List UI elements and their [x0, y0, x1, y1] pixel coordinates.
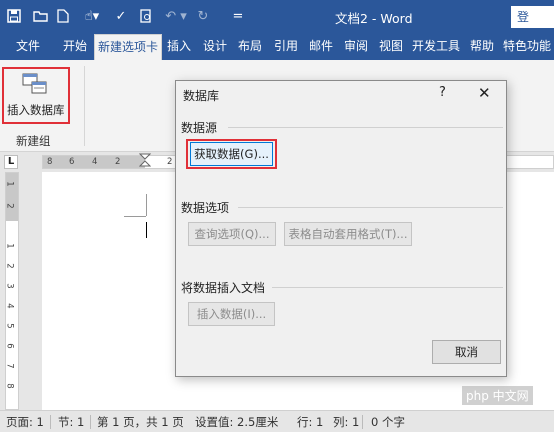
tab-new-tab[interactable]: 新建选项卡	[94, 34, 162, 60]
section-divider	[272, 287, 503, 288]
customize-qat-icon[interactable]: =	[232, 9, 244, 25]
open-folder-icon[interactable]	[33, 9, 49, 25]
tab-references[interactable]: 引用	[269, 34, 303, 60]
status-page-of[interactable]: 第 1 页，共 1 页	[97, 414, 184, 430]
help-icon[interactable]: ?	[439, 85, 446, 100]
close-icon[interactable]: ✕	[478, 84, 491, 102]
ruler-number: 2	[4, 263, 15, 269]
database-icon	[22, 73, 48, 98]
ruler-number: 4	[92, 157, 98, 167]
ruler-number: 8	[4, 383, 15, 389]
status-bar: 页面: 1 节: 1 第 1 页，共 1 页 设置值: 2.5厘米 行: 1 列…	[0, 410, 554, 432]
ruler-number: 2	[167, 157, 173, 167]
save-icon[interactable]	[7, 9, 23, 25]
title-bar: ☝▾ ✓ ↶ ▾ ↻ = 文档2 - Word 登	[0, 0, 554, 34]
tab-review[interactable]: 审阅	[339, 34, 373, 60]
login-button[interactable]: 登	[511, 6, 554, 28]
tab-help[interactable]: 帮助	[465, 34, 499, 60]
undo-icon[interactable]: ↶ ▾	[164, 9, 188, 25]
insert-database-button[interactable]: 插入数据库	[2, 67, 70, 124]
status-section[interactable]: 节: 1	[58, 414, 84, 430]
query-options-button[interactable]: 查询选项(Q)...	[188, 222, 276, 246]
ruler-number: 3	[4, 283, 15, 289]
group-divider	[84, 66, 85, 146]
status-page[interactable]: 页面: 1	[6, 414, 44, 430]
touch-mode-icon[interactable]: ☝▾	[80, 9, 104, 25]
watermark: php 中文网	[462, 386, 533, 405]
print-preview-icon[interactable]	[139, 9, 155, 25]
group-label: 新建组	[16, 134, 51, 148]
tab-home[interactable]: 开始	[56, 34, 94, 60]
status-divider	[50, 415, 51, 429]
ruler-number: 8	[47, 157, 53, 167]
ruler-number: 6	[69, 157, 75, 167]
table-autoformat-button[interactable]: 表格自动套用格式(T)...	[284, 222, 412, 246]
database-dialog: 数据库 ? ✕ 数据源 获取数据(G)... 数据选项 查询选项(Q)... 表…	[175, 80, 507, 377]
vertical-ruler[interactable]: 1 2 1 2 3 4 5 6 7 8	[5, 172, 19, 410]
window-title: 文档2 - Word	[335, 11, 413, 26]
ruler-number: 7	[4, 363, 15, 369]
data-options-section-label: 数据选项	[181, 201, 230, 215]
ruler-number: 1	[4, 181, 15, 187]
margin-corner-mark	[124, 216, 146, 217]
tab-insert[interactable]: 插入	[162, 34, 196, 60]
new-document-icon[interactable]	[57, 9, 73, 25]
indent-marker-icon[interactable]	[138, 153, 152, 174]
ruler-number: 2	[115, 157, 121, 167]
ruler-number: 1	[4, 243, 15, 249]
text-cursor	[146, 222, 147, 238]
tab-special-features[interactable]: 特色功能	[500, 34, 554, 60]
tab-developer[interactable]: 开发工具	[408, 34, 464, 60]
ruler-number: 6	[4, 343, 15, 349]
redo-icon[interactable]: ↻	[195, 9, 211, 25]
cancel-button[interactable]: 取消	[432, 340, 501, 364]
tab-design[interactable]: 设计	[198, 34, 232, 60]
status-word-count[interactable]: 0 个字	[371, 414, 405, 430]
status-divider	[362, 415, 363, 429]
section-divider	[238, 207, 503, 208]
get-data-button[interactable]: 获取数据(G)...	[190, 142, 273, 166]
ruler-number: 5	[4, 323, 15, 329]
status-line[interactable]: 行: 1	[297, 414, 323, 430]
insert-database-label: 插入数据库	[7, 103, 65, 117]
datasource-section-label: 数据源	[181, 121, 218, 135]
ribbon-tabs: 文件 开始 新建选项卡 插入 设计 布局 引用 邮件 审阅 视图 开发工具 帮助…	[0, 34, 554, 60]
ruler-number: 4	[4, 303, 15, 309]
insert-section-label: 将数据插入文档	[181, 281, 266, 295]
ruler-number: 2	[4, 203, 15, 209]
status-position[interactable]: 设置值: 2.5厘米	[195, 414, 278, 430]
tab-selector[interactable]: L	[4, 155, 18, 169]
margin-corner-mark	[146, 194, 147, 216]
tab-mailings[interactable]: 邮件	[304, 34, 338, 60]
status-divider	[90, 415, 91, 429]
insert-data-button[interactable]: 插入数据(I)...	[188, 302, 275, 326]
tab-file[interactable]: 文件	[8, 34, 48, 60]
spelling-check-icon[interactable]: ✓	[113, 9, 129, 25]
tab-layout[interactable]: 布局	[233, 34, 267, 60]
dialog-title: 数据库	[183, 89, 220, 103]
section-divider	[228, 127, 503, 128]
tab-view[interactable]: 视图	[374, 34, 408, 60]
status-column[interactable]: 列: 1	[333, 414, 359, 430]
